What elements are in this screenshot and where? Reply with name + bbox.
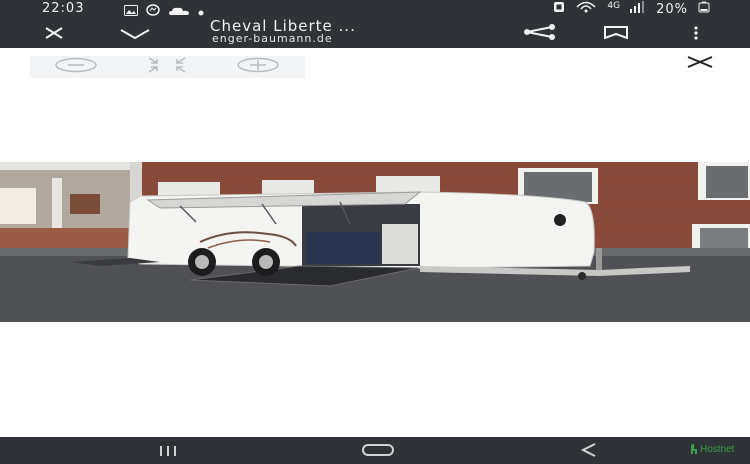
sim-icon — [553, 1, 565, 17]
bookmark-button[interactable] — [602, 22, 630, 46]
zoom-out-icon — [54, 57, 98, 77]
back-icon — [579, 442, 599, 461]
hostnet-watermark: Hostnet — [690, 443, 734, 455]
system-nav-bar — [0, 437, 750, 464]
close-icon — [43, 25, 65, 44]
cloud-icon — [168, 5, 190, 20]
dot-icon — [198, 5, 204, 20]
home-button[interactable] — [358, 440, 398, 462]
zoom-controls — [30, 56, 305, 78]
fit-screen-icon — [145, 57, 189, 77]
status-bar: 22:03 4G 20% — [0, 0, 750, 20]
network-type-icon: 4G — [607, 1, 621, 11]
more-vert-icon — [693, 25, 699, 44]
trailer-photo[interactable] — [0, 162, 750, 322]
page-url[interactable]: enger-baumann.de — [212, 32, 333, 45]
signal-icon — [630, 1, 646, 17]
share-icon — [522, 24, 558, 44]
hostnet-text: Hostnet — [700, 443, 735, 455]
close-viewer-button[interactable] — [684, 52, 716, 72]
gallery-icon — [124, 4, 138, 20]
photo-graphic — [0, 162, 750, 322]
close-icon — [686, 53, 714, 72]
bookmark-icon — [603, 25, 629, 44]
zoom-out-button[interactable] — [30, 56, 121, 78]
hotspot-icon — [575, 1, 597, 17]
browser-toolbar: Cheval Liberte ... enger-baumann.de — [0, 17, 750, 48]
zoom-in-button[interactable] — [212, 56, 303, 78]
battery-icon — [698, 1, 710, 17]
battery-percent: 20% — [656, 1, 688, 17]
zoom-in-icon — [236, 57, 280, 77]
share-button[interactable] — [522, 22, 558, 46]
recents-button[interactable] — [150, 440, 186, 462]
hostnet-logo-icon — [691, 444, 697, 454]
messenger-icon — [146, 4, 160, 20]
fit-screen-button[interactable] — [121, 56, 212, 78]
back-button[interactable] — [574, 440, 604, 462]
close-tab-button[interactable] — [40, 22, 68, 46]
status-left-icons — [124, 4, 204, 20]
recents-icon — [159, 442, 177, 461]
menu-button[interactable] — [682, 22, 710, 46]
status-right-icons: 4G 20% — [553, 1, 710, 17]
status-time: 22:03 — [42, 1, 85, 16]
home-icon — [361, 442, 395, 461]
collapse-button[interactable] — [118, 22, 152, 46]
chevron-down-icon — [119, 25, 151, 44]
